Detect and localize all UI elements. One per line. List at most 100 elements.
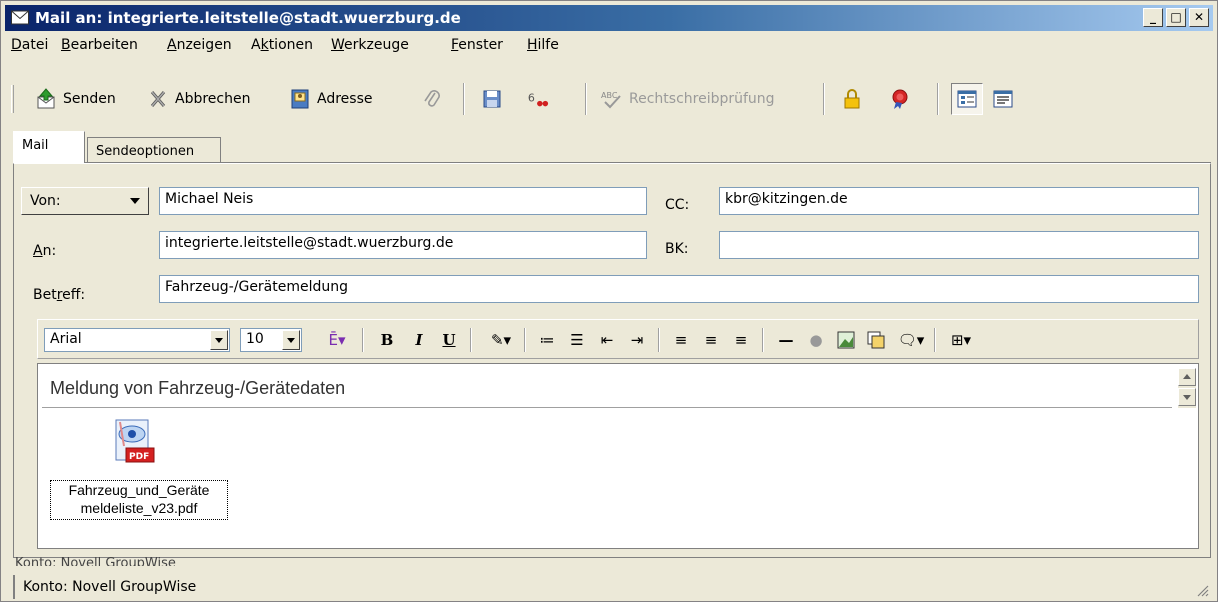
menu-fenster[interactable]: Fenster	[451, 37, 503, 53]
chevron-up-icon	[1183, 374, 1191, 379]
highlighter-icon: ✎▾	[490, 331, 512, 349]
scroll-up-button[interactable]	[1178, 368, 1196, 386]
align-left-icon: ≡	[674, 331, 688, 349]
format-toolbar: Arial 10 Ē▾ B I U ✎▾ ≔ ☰ ⇤ ⇥ ≡ ≡ ≡ — ● 🗨…	[37, 319, 1199, 359]
minimize-button[interactable]: _	[1143, 8, 1163, 27]
scrollbar[interactable]	[1178, 368, 1196, 408]
subject-field[interactable]: Fahrzeug-/Gerätemeldung	[159, 275, 1199, 303]
status-tracking-button[interactable]: 6	[527, 85, 549, 113]
format-separator	[470, 328, 472, 352]
address-button[interactable]: Adresse	[289, 85, 372, 113]
tab-send-options[interactable]: Sendeoptionen	[87, 137, 221, 165]
format-separator	[524, 328, 526, 352]
insert-special-button[interactable]: 🗨▾	[894, 329, 928, 351]
toolbar-grip[interactable]	[11, 85, 14, 113]
toolbar-separator	[585, 83, 587, 115]
encrypt-button[interactable]	[841, 85, 863, 113]
save-button[interactable]	[481, 85, 503, 113]
format-separator	[934, 328, 936, 352]
text-color-icon: Ē▾	[328, 331, 346, 349]
numbered-list-button[interactable]: ≔	[536, 329, 558, 351]
bold-button[interactable]: B	[376, 329, 398, 351]
cc-field[interactable]: kbr@kitzingen.de	[719, 187, 1199, 215]
bcc-label: BK:	[665, 241, 689, 257]
link-button[interactable]: ●	[804, 329, 828, 351]
cc-label: CC:	[665, 197, 690, 213]
view-toggle-pressed[interactable]	[951, 83, 983, 115]
svg-text:6: 6	[528, 92, 535, 105]
chevron-down-icon	[215, 338, 223, 343]
compose-window: Mail an: integrierte.leitstelle@stadt.wu…	[0, 0, 1218, 602]
comment-icon: 🗨▾	[897, 331, 925, 349]
subject-label: Betreff:	[33, 287, 86, 303]
paperclip-icon	[424, 90, 440, 107]
align-right-button[interactable]: ≡	[730, 329, 752, 351]
menu-anzeigen[interactable]: Anzeigen	[167, 37, 232, 53]
size-select[interactable]: 10	[240, 328, 302, 352]
view-toggle[interactable]	[987, 83, 1019, 115]
decrease-indent-button[interactable]: ⇤	[596, 329, 618, 351]
attachment-filename[interactable]: Fahrzeug_und_Geräte meldeliste_v23.pdf	[50, 480, 228, 520]
message-body-text[interactable]: Meldung von Fahrzeug-/Gerätedaten	[42, 368, 1172, 408]
size-dropdown-button[interactable]	[282, 330, 300, 350]
address-book-icon	[291, 89, 309, 109]
svg-text:ABC: ABC	[601, 91, 618, 100]
attachment-area: PDF Fahrzeug_und_Geräte meldeliste_v23.p…	[42, 412, 1196, 546]
main-toolbar: Senden Abbrechen Adresse 6 ABC Rechtschr…	[5, 61, 1213, 123]
menu-werkzeuge[interactable]: Werkzeuge	[331, 37, 409, 53]
horizontal-line-icon: —	[778, 331, 794, 349]
insert-object-button[interactable]	[864, 329, 888, 351]
pdf-file-icon[interactable]: PDF	[112, 418, 156, 466]
tab-mail[interactable]: Mail	[13, 131, 85, 163]
font-dropdown-button[interactable]	[210, 330, 228, 350]
maximize-button[interactable]: □	[1166, 8, 1186, 27]
bcc-field[interactable]	[719, 231, 1199, 259]
align-center-button[interactable]: ≡	[700, 329, 722, 351]
highlight-button[interactable]: ✎▾	[484, 329, 518, 351]
menu-hilfe[interactable]: Hilfe	[527, 37, 559, 53]
text-color-button[interactable]: Ē▾	[320, 329, 354, 351]
italic-button[interactable]: I	[408, 329, 430, 351]
format-separator	[362, 328, 364, 352]
menu-bearbeiten[interactable]: Bearbeiten	[61, 37, 138, 53]
attach-button[interactable]	[421, 85, 443, 113]
title-bar[interactable]: Mail an: integrierte.leitstelle@stadt.wu…	[5, 5, 1213, 31]
increase-indent-button[interactable]: ⇥	[626, 329, 648, 351]
send-button[interactable]: Senden	[35, 85, 116, 113]
indent-icon: ⇥	[630, 331, 644, 349]
horizontal-line-button[interactable]: —	[774, 329, 798, 351]
font-select[interactable]: Arial	[44, 328, 230, 352]
insert-image-button[interactable]	[834, 329, 858, 351]
to-label: An:	[33, 243, 57, 259]
underline-button[interactable]: U	[438, 329, 460, 351]
format-separator	[762, 328, 764, 352]
from-dropdown[interactable]: Von:	[21, 187, 149, 215]
list-view-icon	[993, 90, 1013, 108]
align-center-icon: ≡	[704, 331, 718, 349]
window-title: Mail an: integrierte.leitstelle@stadt.wu…	[35, 9, 461, 27]
link-icon: ●	[809, 331, 823, 349]
align-left-button[interactable]: ≡	[670, 329, 692, 351]
send-icon	[37, 88, 55, 109]
bullet-list-button[interactable]: ☰	[566, 329, 588, 351]
scroll-down-button[interactable]	[1178, 388, 1196, 406]
lock-icon	[844, 89, 860, 109]
spellcheck-button[interactable]: ABC Rechtschreibprüfung	[601, 85, 775, 113]
cancel-icon	[150, 91, 166, 107]
close-button[interactable]: ✕	[1189, 8, 1209, 27]
sign-button[interactable]	[889, 85, 911, 113]
bullet-list-icon: ☰	[570, 331, 584, 349]
menu-datei[interactable]: Datei	[11, 37, 48, 53]
clipped-account-text: Konto: Novell GroupWise	[15, 556, 176, 566]
underline-icon: U	[442, 331, 456, 349]
cancel-button[interactable]: Abbrechen	[147, 85, 250, 113]
envelope-icon	[11, 10, 29, 25]
outdent-icon: ⇤	[600, 331, 614, 349]
message-editor[interactable]: Meldung von Fahrzeug-/Gerätedaten PDF Fa…	[37, 363, 1199, 549]
resize-grip-icon[interactable]	[1195, 583, 1209, 597]
from-field[interactable]: Michael Neis	[159, 187, 647, 215]
to-field[interactable]: integrierte.leitstelle@stadt.wuerzburg.d…	[159, 231, 647, 259]
numbered-list-icon: ≔	[539, 331, 555, 349]
menu-aktionen[interactable]: Aktionen	[251, 37, 313, 53]
insert-table-button[interactable]: ⊞▾	[944, 329, 978, 351]
